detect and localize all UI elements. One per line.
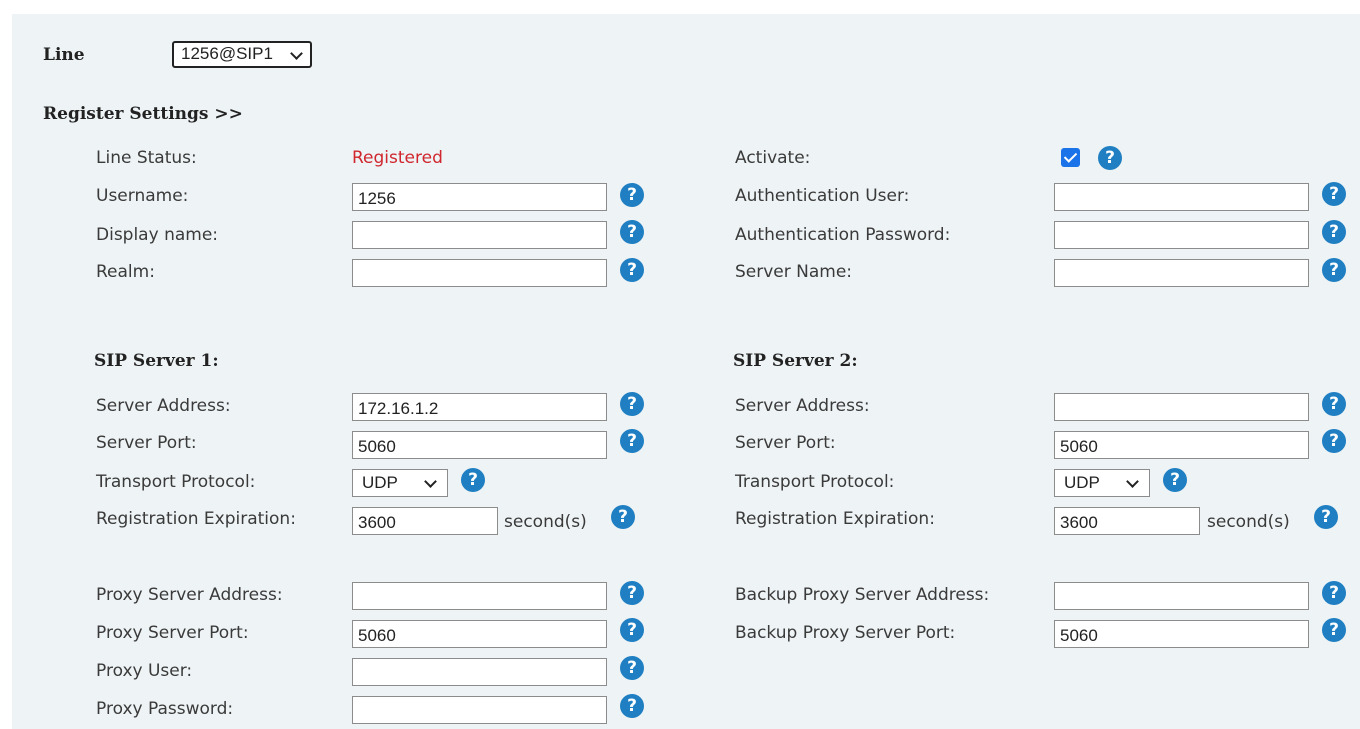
question-circle-icon[interactable]: ?	[620, 694, 644, 718]
sip1-transport-protocol-value: UDP	[362, 473, 398, 492]
question-circle-icon[interactable]: ?	[1322, 429, 1346, 453]
server-name-label: Server Name:	[735, 262, 853, 282]
activate-checkbox[interactable]	[1061, 148, 1080, 167]
authentication-user-label: Authentication User:	[735, 186, 910, 206]
line-select-value: 1256@SIP1	[181, 44, 273, 63]
question-circle-icon[interactable]: ?	[1163, 468, 1187, 492]
sip-server-2-heading: SIP Server 2:	[733, 351, 858, 371]
proxy-password-label: Proxy Password:	[96, 699, 234, 719]
question-circle-icon[interactable]: ?	[620, 392, 644, 416]
backup-proxy-server-address-input[interactable]	[1054, 582, 1309, 610]
question-circle-icon[interactable]: ?	[1322, 581, 1346, 605]
proxy-user-input[interactable]	[352, 658, 607, 686]
question-circle-icon[interactable]: ?	[1098, 146, 1122, 170]
sip1-server-address-input[interactable]	[352, 393, 607, 421]
authentication-user-input[interactable]	[1054, 183, 1309, 211]
backup-proxy-server-port-input[interactable]	[1054, 620, 1309, 648]
proxy-user-label: Proxy User:	[96, 661, 193, 681]
sip1-transport-protocol-select[interactable]: UDP	[352, 469, 448, 497]
line-status-label: Line Status:	[96, 148, 197, 168]
display-name-label: Display name:	[96, 225, 219, 245]
realm-input[interactable]	[352, 259, 607, 287]
question-circle-icon[interactable]: ?	[620, 220, 644, 244]
question-circle-icon[interactable]: ?	[620, 258, 644, 282]
sip2-registration-expiration-input[interactable]	[1054, 507, 1200, 535]
question-circle-icon[interactable]: ?	[461, 468, 485, 492]
proxy-server-port-label: Proxy Server Port:	[96, 623, 249, 643]
proxy-server-port-input[interactable]	[352, 620, 607, 648]
chevron-down-icon	[424, 475, 437, 488]
backup-proxy-server-address-label: Backup Proxy Server Address:	[735, 585, 990, 605]
sip2-transport-protocol-value: UDP	[1064, 473, 1100, 492]
question-circle-icon[interactable]: ?	[620, 581, 644, 605]
sip1-server-port-input[interactable]	[352, 431, 607, 459]
activate-label: Activate:	[735, 148, 811, 168]
proxy-server-address-input[interactable]	[352, 582, 607, 610]
sip1-expiration-unit: second(s)	[504, 512, 587, 532]
realm-label: Realm:	[96, 262, 155, 282]
sip1-server-port-label: Server Port:	[96, 433, 197, 453]
server-name-input[interactable]	[1054, 259, 1309, 287]
sip2-transport-protocol-label: Transport Protocol:	[735, 472, 895, 492]
line-select[interactable]: 1256@SIP1	[172, 41, 312, 68]
question-circle-icon[interactable]: ?	[620, 618, 644, 642]
username-label: Username:	[96, 186, 189, 206]
sip1-registration-expiration-input[interactable]	[352, 507, 498, 535]
username-input[interactable]	[352, 183, 607, 211]
line-status-value: Registered	[352, 148, 443, 168]
question-circle-icon[interactable]: ?	[1314, 505, 1338, 529]
display-name-input[interactable]	[352, 221, 607, 249]
proxy-password-input[interactable]	[352, 696, 607, 724]
sip1-transport-protocol-label: Transport Protocol:	[96, 472, 256, 492]
line-label: Line	[43, 45, 85, 65]
question-circle-icon[interactable]: ?	[1322, 618, 1346, 642]
question-circle-icon[interactable]: ?	[611, 505, 635, 529]
sip2-registration-expiration-label: Registration Expiration:	[735, 509, 935, 529]
sip-server-1-heading: SIP Server 1:	[94, 351, 219, 371]
sip2-server-address-label: Server Address:	[735, 396, 870, 416]
backup-proxy-server-port-label: Backup Proxy Server Port:	[735, 623, 956, 643]
sip2-expiration-unit: second(s)	[1207, 512, 1290, 532]
authentication-password-input[interactable]	[1054, 221, 1309, 249]
question-circle-icon[interactable]: ?	[1322, 392, 1346, 416]
sip2-server-port-input[interactable]	[1054, 431, 1309, 459]
chevron-down-icon	[1126, 475, 1139, 488]
question-circle-icon[interactable]: ?	[620, 429, 644, 453]
question-circle-icon[interactable]: ?	[1322, 182, 1346, 206]
proxy-server-address-label: Proxy Server Address:	[96, 585, 283, 605]
register-settings-heading[interactable]: Register Settings >>	[43, 103, 243, 125]
sip2-server-port-label: Server Port:	[735, 433, 836, 453]
sip2-transport-protocol-select[interactable]: UDP	[1054, 469, 1150, 497]
question-circle-icon[interactable]: ?	[1322, 258, 1346, 282]
authentication-password-label: Authentication Password:	[735, 225, 951, 245]
sip1-registration-expiration-label: Registration Expiration:	[96, 509, 296, 529]
sip1-server-address-label: Server Address:	[96, 396, 231, 416]
sip2-server-address-input[interactable]	[1054, 393, 1309, 421]
question-circle-icon[interactable]: ?	[620, 656, 644, 680]
question-circle-icon[interactable]: ?	[620, 183, 644, 207]
chevron-down-icon	[290, 47, 303, 60]
question-circle-icon[interactable]: ?	[1322, 220, 1346, 244]
